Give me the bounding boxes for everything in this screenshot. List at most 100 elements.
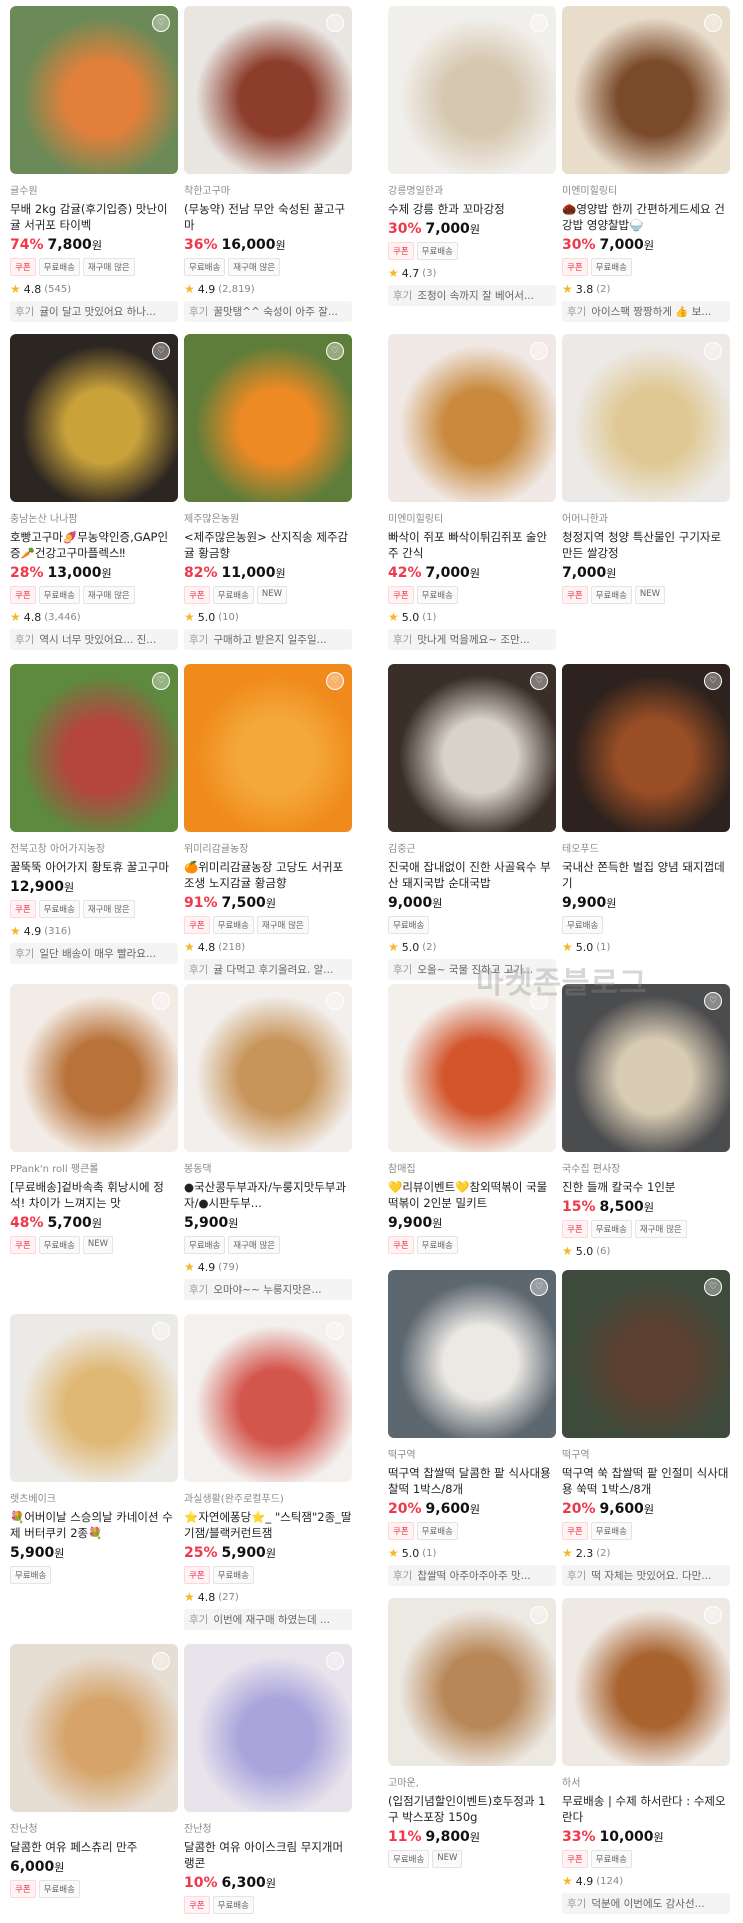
product-image[interactable]: ♡ — [388, 334, 556, 502]
product-card[interactable]: ♡ 고마운, (입점기념할인이벤트)호두정과 1구 박스포장 150g 11% 9,80… — [388, 1598, 556, 1868]
like-icon[interactable]: ♡ — [152, 1652, 170, 1670]
like-icon[interactable]: ♡ — [326, 672, 344, 690]
product-image[interactable]: ♡ — [10, 1314, 178, 1482]
product-card[interactable]: ♡ 충남논산 나나팜 호빵고구마🍠무농약인증,GAP인증🥕건강고구마플렉스‼ 28% 1… — [10, 334, 178, 650]
like-icon[interactable]: ♡ — [704, 992, 722, 1010]
product-image[interactable]: ♡ — [562, 664, 730, 832]
product-image[interactable]: ♡ — [10, 1644, 178, 1812]
product-card[interactable]: ♡ 잔난청 달콤한 여유 페스츄리 만주 6,000원 쿠폰 무료배송 — [10, 1644, 178, 1898]
like-icon[interactable]: ♡ — [326, 1652, 344, 1670]
product-title[interactable]: 호빵고구마🍠무농약인증,GAP인증🥕건강고구마플렉스‼ — [10, 529, 178, 561]
seller-name[interactable]: 잔난청 — [10, 1820, 178, 1835]
seller-name[interactable]: 떡구역 — [388, 1446, 556, 1461]
like-icon[interactable]: ♡ — [152, 342, 170, 360]
product-title[interactable]: 달콤한 여유 페스츄리 만주 — [10, 1839, 178, 1855]
seller-name[interactable]: 강릉명일한과 — [388, 182, 556, 197]
like-icon[interactable]: ♡ — [704, 342, 722, 360]
product-card[interactable]: ♡ 미엔미힐링티 빠삭이 쥐포 빠삭이튀김쥐포 술안주 간식 42% 7,000원 쿠폰 무… — [388, 334, 556, 650]
product-image[interactable]: ♡ — [388, 6, 556, 174]
product-card[interactable]: ♡ 귤수원 무배 2kg 감귤(후기입증) 맛난이 귤 서귀포 타이벡 74% 7,80… — [10, 6, 178, 322]
seller-name[interactable]: 제주많은농원 — [184, 510, 352, 525]
product-card[interactable]: ♡ 떡구역 떡구역 쑥 찹쌀떡 팥 인절미 식사대용 쑥떡 1박스/8개 20% 9,6… — [562, 1270, 730, 1586]
product-card[interactable]: ♡ PPank'n roll 팽큰롤 [무료배송]겉바속촉 휘낭시에 정석! 차이가… — [10, 984, 178, 1254]
seller-name[interactable]: 착한고구마 — [184, 182, 352, 197]
seller-name[interactable]: 위미리감귤농장 — [184, 840, 352, 855]
product-title[interactable]: (무농약) 전남 무안 숙성된 꿀고구마 — [184, 201, 352, 233]
seller-name[interactable]: 봉동댁 — [184, 1160, 352, 1175]
review-snippet[interactable]: 후기 구매하고 받은지 일주일... — [184, 629, 352, 650]
like-icon[interactable]: ♡ — [530, 1606, 548, 1624]
like-icon[interactable]: ♡ — [152, 14, 170, 32]
product-card[interactable]: ♡ 국수집 편사장 진한 들깨 칼국수 1인분 15% 8,500원 쿠폰 무료배송 재구매 … — [562, 984, 730, 1258]
seller-name[interactable]: 고마운, — [388, 1774, 556, 1789]
product-title[interactable]: 진국애 잡내없이 진한 사골육수 부산 돼지국밥 순대국밥 — [388, 859, 556, 891]
product-title[interactable]: 💐어버이날 스승의날 카네이션 수제 버터쿠키 2종💐 — [10, 1509, 178, 1541]
like-icon[interactable]: ♡ — [530, 1278, 548, 1296]
product-image[interactable]: ♡ — [184, 1314, 352, 1482]
like-icon[interactable]: ♡ — [326, 992, 344, 1010]
product-image[interactable]: ♡ — [10, 664, 178, 832]
review-snippet[interactable]: 후기 역시 너무 맛있어요... 진... — [10, 629, 178, 650]
product-card[interactable]: ♡ 착한고구마 (무농약) 전남 무안 숙성된 꿀고구마 36% 16,000원 무료배송… — [184, 6, 352, 322]
like-icon[interactable]: ♡ — [704, 14, 722, 32]
product-title[interactable]: 수제 강릉 한과 꼬마강정 — [388, 201, 556, 217]
seller-name[interactable]: 테오푸드 — [562, 840, 730, 855]
product-card[interactable]: ♡ 전북고창 아어가지농장 꿀뚝뚝 아어가지 황토휴 꿀고구마 12,900원 쿠폰 무료… — [10, 664, 178, 964]
seller-name[interactable]: 미엔미힐링티 — [388, 510, 556, 525]
seller-name[interactable]: 전북고창 아어가지농장 — [10, 840, 178, 855]
seller-name[interactable]: 충남논산 나나팜 — [10, 510, 178, 525]
product-card[interactable]: ♡ 참매집 💛리뷰이벤트💛참외떡볶이 국물떡볶이 2인분 밀키트 9,900원 쿠폰 무료… — [388, 984, 556, 1254]
seller-name[interactable]: 하서 — [562, 1774, 730, 1789]
review-snippet[interactable]: 후기 이번에 재구매 하였는데 ... — [184, 1609, 352, 1630]
product-title[interactable]: ●국산콩두부과자/누룽지맛두부과자/●시판두부... — [184, 1179, 352, 1211]
like-icon[interactable]: ♡ — [326, 14, 344, 32]
product-card[interactable]: ♡ 김중근 진국애 잡내없이 진한 사골육수 부산 돼지국밥 순대국밥 9,000원 무… — [388, 664, 556, 980]
product-title[interactable]: <제주많은농원> 산지직송 제주감귤 황금향 — [184, 529, 352, 561]
product-title[interactable]: 떡구역 찹쌀떡 달콤한 팥 식사대용 찰떡 1박스/8개 — [388, 1465, 556, 1497]
review-snippet[interactable]: 후기 조청이 속까지 잘 베어서... — [388, 285, 556, 306]
like-icon[interactable]: ♡ — [530, 672, 548, 690]
product-card[interactable]: ♡ 떡구역 떡구역 찹쌀떡 달콤한 팥 식사대용 찰떡 1박스/8개 20% 9,600… — [388, 1270, 556, 1586]
review-snippet[interactable]: 후기 떡 자체는 맛있어요. 다만... — [562, 1565, 730, 1586]
seller-name[interactable]: 과실생활(완주로컬푸드) — [184, 1490, 352, 1505]
seller-name[interactable]: 김중근 — [388, 840, 556, 855]
seller-name[interactable]: 귤수원 — [10, 182, 178, 197]
like-icon[interactable]: ♡ — [704, 1606, 722, 1624]
product-title[interactable]: 💛리뷰이벤트💛참외떡볶이 국물떡볶이 2인분 밀키트 — [388, 1179, 556, 1211]
product-card[interactable]: ♡ 과실생활(완주로컬푸드) ⭐자연에퐁당⭐_ "스틱잼"2종_딸기잼/블랙커런트잼… — [184, 1314, 352, 1630]
like-icon[interactable]: ♡ — [152, 1322, 170, 1340]
product-title[interactable]: 꿀뚝뚝 아어가지 황토휴 꿀고구마 — [10, 859, 178, 875]
product-card[interactable]: ♡ 위미리감귤농장 🍊위미리감귤농장 고당도 서귀포 조생 노지감귤 황금향 91% 7… — [184, 664, 352, 980]
product-card[interactable]: ♡ 잔난청 달콤한 여유 아이스크림 무지개머랭콘 10% 6,300원 쿠폰 무료배송 — [184, 1644, 352, 1914]
product-image[interactable]: ♡ — [10, 6, 178, 174]
product-image[interactable]: ♡ — [562, 1598, 730, 1766]
product-title[interactable]: 빠삭이 쥐포 빠삭이튀김쥐포 술안주 간식 — [388, 529, 556, 561]
product-title[interactable]: 떡구역 쑥 찹쌀떡 팥 인절미 식사대용 쑥떡 1박스/8개 — [562, 1465, 730, 1497]
review-snippet[interactable]: 후기 꿀맛탱^^ 숙성이 아주 잘... — [184, 301, 352, 322]
like-icon[interactable]: ♡ — [530, 992, 548, 1010]
seller-name[interactable]: 국수집 편사장 — [562, 1160, 730, 1175]
product-title[interactable]: 달콤한 여유 아이스크림 무지개머랭콘 — [184, 1839, 352, 1871]
review-snippet[interactable]: 후기 귤이 달고 맛있어요 하나... — [10, 301, 178, 322]
product-image[interactable]: ♡ — [184, 6, 352, 174]
product-title[interactable]: 청정지역 청양 특산물인 구기자로 만든 쌀강정 — [562, 529, 730, 561]
review-snippet[interactable]: 후기 귤 다먹고 후기올려요. 알... — [184, 959, 352, 980]
like-icon[interactable]: ♡ — [704, 1278, 722, 1296]
product-title[interactable]: [무료배송]겉바속촉 휘낭시에 정석! 차이가 느껴지는 맛 — [10, 1179, 178, 1211]
product-image[interactable]: ♡ — [562, 334, 730, 502]
product-title[interactable]: (입점기념할인이벤트)호두정과 1구 박스포장 150g — [388, 1793, 556, 1825]
product-title[interactable]: 진한 들깨 칼국수 1인분 — [562, 1179, 730, 1195]
like-icon[interactable]: ♡ — [704, 672, 722, 690]
like-icon[interactable]: ♡ — [530, 342, 548, 360]
like-icon[interactable]: ♡ — [152, 672, 170, 690]
product-title[interactable]: 무료배송 | 수제 하서란다 : 수제오란다 — [562, 1793, 730, 1825]
product-title[interactable]: 무배 2kg 감귤(후기입증) 맛난이 귤 서귀포 타이벡 — [10, 201, 178, 233]
seller-name[interactable]: 잔난청 — [184, 1820, 352, 1835]
review-snippet[interactable]: 후기 찹쌀떡 아주아주아주 맛... — [388, 1565, 556, 1586]
product-image[interactable]: ♡ — [388, 984, 556, 1152]
product-card[interactable]: ♡ 봉동댁 ●국산콩두부과자/누룽지맛두부과자/●시판두부... 5,900원 무료배송… — [184, 984, 352, 1300]
product-image[interactable]: ♡ — [388, 1598, 556, 1766]
product-title[interactable]: ⭐자연에퐁당⭐_ "스틱잼"2종_딸기잼/블랙커런트잼 — [184, 1509, 352, 1541]
like-icon[interactable]: ♡ — [326, 342, 344, 360]
seller-name[interactable]: 어머니한과 — [562, 510, 730, 525]
